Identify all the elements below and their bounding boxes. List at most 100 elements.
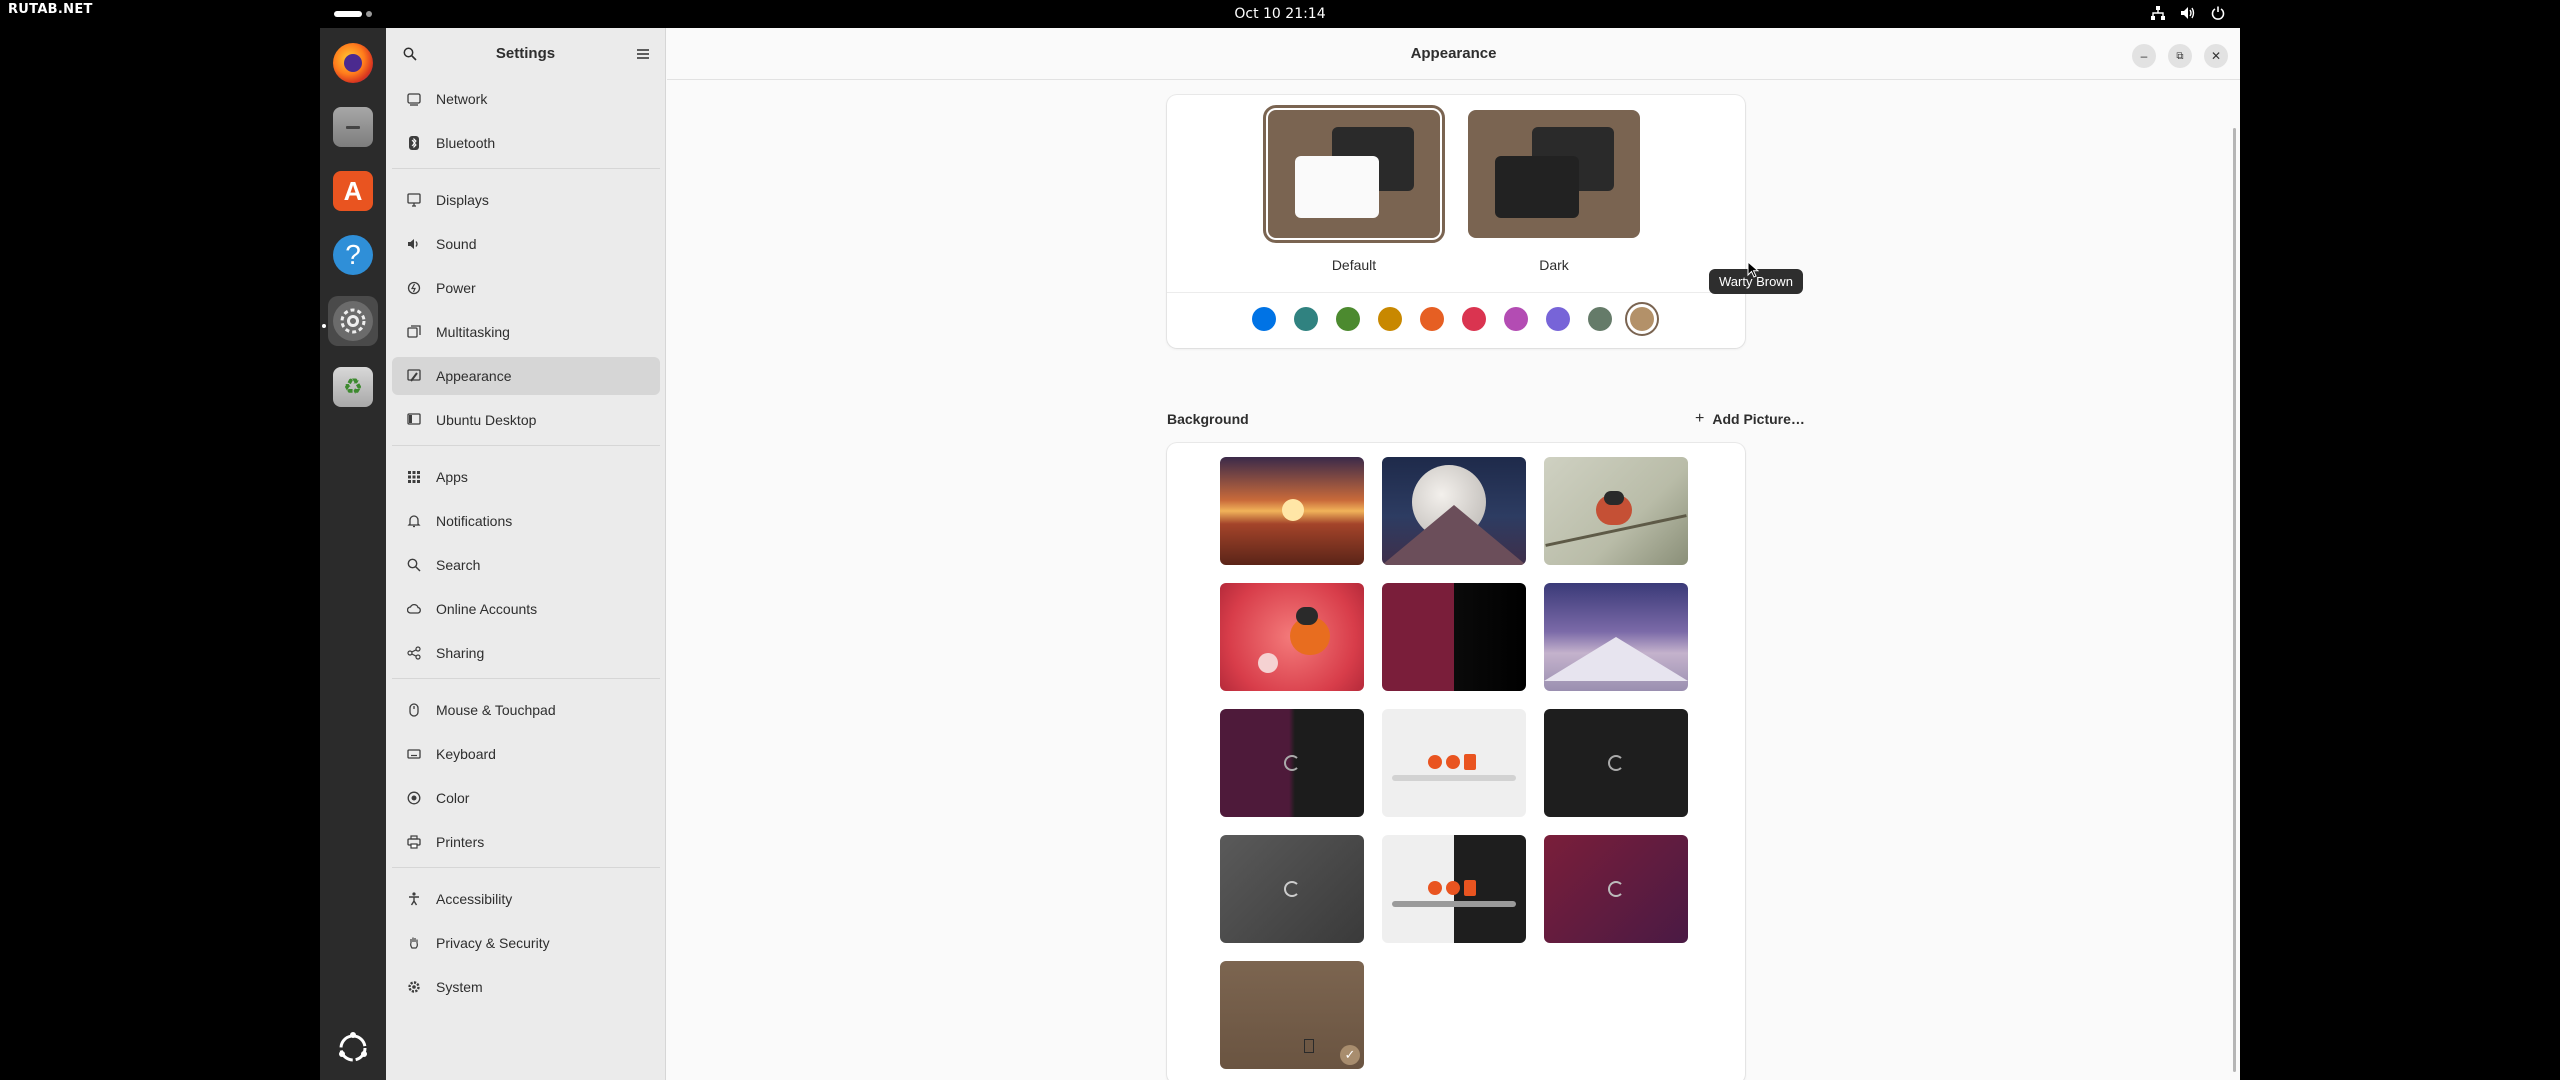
accent-swatch-orange[interactable] (1420, 307, 1444, 331)
maximize-button[interactable]: ⧉ (2168, 44, 2192, 68)
sidebar-item-system[interactable]: System (392, 968, 660, 1006)
wallpaper-thumbnail[interactable] (1544, 709, 1688, 817)
wallpaper-thumbnail-selected[interactable]: ✓ (1220, 961, 1364, 1069)
dock-settings[interactable] (328, 296, 378, 346)
accent-swatch-red[interactable] (1462, 307, 1486, 331)
minimize-button[interactable]: – (2132, 44, 2156, 68)
wallpaper-thumbnail[interactable] (1544, 835, 1688, 943)
sidebar-item-privacy-security[interactable]: Privacy & Security (392, 924, 660, 962)
sidebar-item-label: Appearance (436, 368, 512, 384)
accent-swatch-blue[interactable] (1252, 307, 1276, 331)
wallpaper-thumbnail[interactable] (1382, 709, 1526, 817)
sidebar-item-ubuntu-desktop[interactable]: Ubuntu Desktop (392, 401, 660, 439)
dock-firefox[interactable] (328, 38, 378, 88)
wallpaper-thumbnail[interactable] (1544, 457, 1688, 565)
accent-swatch-purple[interactable] (1546, 307, 1570, 331)
sidebar-item-online-accounts[interactable]: Online Accounts (392, 590, 660, 628)
style-option-dark[interactable] (1468, 110, 1640, 238)
background-section-title: Background (1167, 411, 1249, 427)
sidebar-item-printers[interactable]: Printers (392, 823, 660, 861)
volume-icon[interactable] (2180, 5, 2196, 21)
dock: A ? ♻ (320, 28, 386, 1080)
add-picture-label: Add Picture… (1712, 411, 1805, 427)
window-controls: – ⧉ ✕ (2132, 44, 2228, 68)
sidebar-item-accessibility[interactable]: Accessibility (392, 880, 660, 918)
sidebar-item-appearance[interactable]: Appearance (392, 357, 660, 395)
sidebar-item-notifications[interactable]: Notifications (392, 502, 660, 540)
main-menu-button[interactable] (631, 42, 655, 66)
wallpaper-thumbnail[interactable] (1544, 583, 1688, 691)
system-tray[interactable] (2150, 5, 2226, 21)
bell-icon (406, 513, 422, 529)
wallpaper-thumbnail[interactable] (1220, 835, 1364, 943)
sidebar-item-power[interactable]: Power (392, 269, 660, 307)
top-bar: Oct 10 21:14 (320, 0, 2240, 28)
dock-app-center[interactable]: A (328, 166, 378, 216)
wallpaper-thumbnail[interactable] (1382, 583, 1526, 691)
sidebar-item-network[interactable]: Network (392, 80, 660, 118)
clock[interactable]: Oct 10 21:14 (320, 6, 2240, 22)
sidebar-item-multitasking[interactable]: Multitasking (392, 313, 660, 351)
accent-swatch-sage[interactable] (1588, 307, 1612, 331)
sidebar-item-bluetooth[interactable]: Bluetooth (392, 124, 660, 162)
accessibility-icon (406, 891, 422, 907)
appearance-icon (406, 368, 422, 384)
sound-icon (406, 236, 422, 252)
accent-swatch-green[interactable] (1336, 307, 1360, 331)
restore-icon: ⧉ (2176, 50, 2184, 62)
mouse-pointer-icon (1747, 261, 1759, 278)
sidebar-item-label: Sound (436, 236, 477, 252)
settings-icon (333, 301, 373, 341)
sidebar-item-label: Search (436, 557, 481, 573)
content-pane: Appearance – ⧉ ✕ Default Dark Warty Brow… (667, 28, 2240, 1080)
sidebar-item-search[interactable]: Search (392, 546, 660, 584)
add-picture-button[interactable]: + Add Picture… (1685, 404, 1815, 434)
accent-swatch-warty-brown[interactable] (1625, 302, 1659, 336)
sidebar-item-displays[interactable]: Displays (392, 181, 660, 219)
sidebar: Settings Network Bluetooth Displays Soun… (386, 28, 666, 1080)
dock-files[interactable] (328, 102, 378, 152)
sidebar-item-sharing[interactable]: Sharing (392, 634, 660, 672)
sidebar-item-label: Accessibility (436, 891, 513, 907)
trash-icon: ♻ (333, 367, 373, 407)
style-label-dark: Dark (1539, 257, 1569, 273)
sidebar-item-color[interactable]: Color (392, 779, 660, 817)
sidebar-item-label: Multitasking (436, 324, 510, 340)
content-header: Appearance – ⧉ ✕ (667, 28, 2240, 80)
accent-swatch-pink[interactable] (1504, 307, 1528, 331)
wallpaper-thumbnail[interactable] (1220, 583, 1364, 691)
wallpaper-thumbnail[interactable] (1382, 457, 1526, 565)
sidebar-item-label: Notifications (436, 513, 513, 529)
scrollbar[interactable] (2233, 128, 2236, 1072)
sidebar-item-sound[interactable]: Sound (392, 225, 660, 263)
ubuntu-desktop-icon (406, 412, 422, 428)
power-icon[interactable] (2210, 5, 2226, 21)
accent-swatch-teal[interactable] (1294, 307, 1318, 331)
wallpaper-thumbnail[interactable] (1382, 835, 1526, 943)
style-option-default[interactable] (1263, 105, 1445, 243)
sidebar-separator (392, 445, 660, 446)
network-icon[interactable] (2150, 5, 2166, 21)
close-button[interactable]: ✕ (2204, 44, 2228, 68)
ubuntu-logo-icon (339, 1032, 367, 1062)
files-icon (333, 107, 373, 147)
accent-swatch-yellow[interactable] (1378, 307, 1402, 331)
sidebar-item-keyboard[interactable]: Keyboard (392, 735, 660, 773)
style-label-default: Default (1331, 257, 1377, 273)
dock-help[interactable]: ? (328, 230, 378, 280)
window-preview-light (1295, 156, 1379, 218)
show-apps-button[interactable] (333, 1028, 373, 1068)
desktop: Oct 10 21:14 A ? ♻ Settings Network Blue… (320, 0, 2240, 1080)
sidebar-item-label: Keyboard (436, 746, 496, 762)
watermark: RUTAB.NET (8, 2, 93, 17)
app-center-icon: A (333, 171, 373, 211)
checkmark-icon: ✓ (1340, 1045, 1360, 1065)
wallpaper-thumbnail[interactable] (1220, 457, 1364, 565)
apps-icon (406, 469, 422, 485)
style-card: Default Dark (1167, 95, 1745, 348)
wallpaper-thumbnail[interactable] (1220, 709, 1364, 817)
settings-window: Settings Network Bluetooth Displays Soun… (386, 28, 2240, 1080)
sidebar-item-apps[interactable]: Apps (392, 458, 660, 496)
sidebar-item-mouse-touchpad[interactable]: Mouse & Touchpad (392, 691, 660, 729)
dock-trash[interactable]: ♻ (328, 362, 378, 412)
